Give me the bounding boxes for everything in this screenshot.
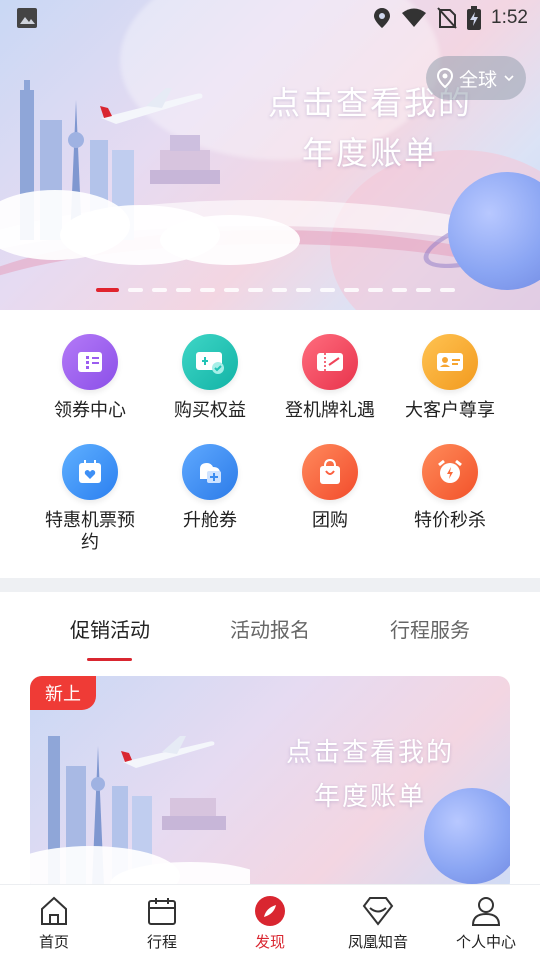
carousel-dot [272,288,287,292]
grid-item-label: 大客户尊享 [405,400,495,421]
section-divider [0,578,540,592]
nav-phoenix-miles[interactable]: 凤凰知音 [324,885,432,960]
carousel-dot [320,288,335,292]
grid-item-label: 登机牌礼遇 [285,400,375,421]
carousel-dot [392,288,407,292]
tab-trip-services[interactable]: 行程服务 [370,614,490,643]
promo-card[interactable]: 新上 点击查看我的 年度账单 [30,676,510,894]
carousel-dot [296,288,311,292]
airplane-illustration [100,88,203,124]
planet-illustration [424,788,510,884]
calendar-icon [148,898,176,925]
bottom-navigation: 首页 行程 发现 凤凰知音 个人中心 [0,884,540,960]
nav-label: 首页 [38,933,69,951]
new-badge: 新上 [30,676,96,710]
nav-label: 发现 [254,933,285,951]
carousel-dot [440,288,455,292]
nav-profile[interactable]: 个人中心 [432,885,540,960]
calendar-heart-icon [62,444,118,500]
grid-item-boarding-pass[interactable]: 登机牌礼遇 [270,334,390,422]
nav-discover[interactable]: 发现 [216,885,324,960]
carousel-dot [128,288,143,292]
carousel-dot [176,288,191,292]
upgrade-icon [182,444,238,500]
boarding-pass-icon [302,334,358,390]
grid-item-buy-benefits[interactable]: 购买权益 [150,334,270,422]
hero-banner[interactable]: 点击查看我的 年度账单 [0,0,540,310]
grid-item-coupon-center[interactable]: 领券中心 [30,334,150,422]
region-label: 全球 [458,68,497,91]
wifi-icon [402,8,427,27]
airplane-illustration [121,736,215,768]
status-bar: 1:52 [0,0,540,36]
location-icon [374,8,391,28]
nav-trips[interactable]: 行程 [108,885,216,960]
promo-headline: 点击查看我的 [285,738,454,768]
battery-charging-icon [467,6,482,30]
banner-headline: 年度账单 [301,134,438,172]
vip-card-icon [422,334,478,390]
carousel-dot [368,288,383,292]
activity-tabs: 促销活动 活动报名 行程服务 [0,592,540,662]
location-pin-icon [436,68,453,88]
carousel-indicator [96,288,455,292]
grid-item-flash-sale[interactable]: 特价秒杀 [390,444,510,532]
cloud [160,215,300,265]
benefits-icon [182,334,238,390]
active-tab-indicator [87,658,132,661]
carousel-dot [200,288,215,292]
nav-label: 行程 [146,933,177,951]
nav-label: 凤凰知音 [347,933,408,951]
grid-item-vip-customer[interactable]: 大客户尊享 [390,334,510,422]
diamond-icon [362,897,394,926]
grid-item-label: 购买权益 [174,400,246,421]
status-time: 1:52 [491,7,528,28]
compass-icon [255,896,285,926]
grid-item-label: 特惠机票预约 [45,510,135,553]
shopping-bag-icon [302,444,358,500]
image-icon [17,8,37,28]
alarm-clock-icon [422,444,478,500]
coupon-icon [62,334,118,390]
carousel-dot [224,288,239,292]
tab-event-signup[interactable]: 活动报名 [210,614,330,643]
grid-item-label: 团购 [312,510,348,531]
grid-item-upgrade-voucher[interactable]: 升舱券 [150,444,270,532]
carousel-dot [96,288,119,292]
service-grid: 领券中心 购买权益 登机牌礼遇 大客户尊享 特惠机票预约 升舱券 团购 特价秒杀 [0,310,540,578]
carousel-dot [344,288,359,292]
tab-promotions[interactable]: 促销活动 [50,614,170,643]
region-selector[interactable]: 全球 [426,56,526,100]
grid-item-discount-ticket-booking[interactable]: 特惠机票预约 [30,444,150,554]
grid-item-group-buy[interactable]: 团购 [270,444,390,532]
carousel-dot [416,288,431,292]
grid-item-label: 升舱券 [183,510,237,531]
grid-item-label: 特价秒杀 [414,510,486,531]
carousel-dot [152,288,167,292]
nav-home[interactable]: 首页 [0,885,108,960]
chevron-down-icon [504,75,514,82]
home-icon [41,896,67,925]
no-sim-icon [437,7,457,29]
person-icon [471,897,501,926]
nav-label: 个人中心 [455,933,516,951]
carousel-dot [248,288,263,292]
grid-item-label: 领券中心 [54,400,126,421]
